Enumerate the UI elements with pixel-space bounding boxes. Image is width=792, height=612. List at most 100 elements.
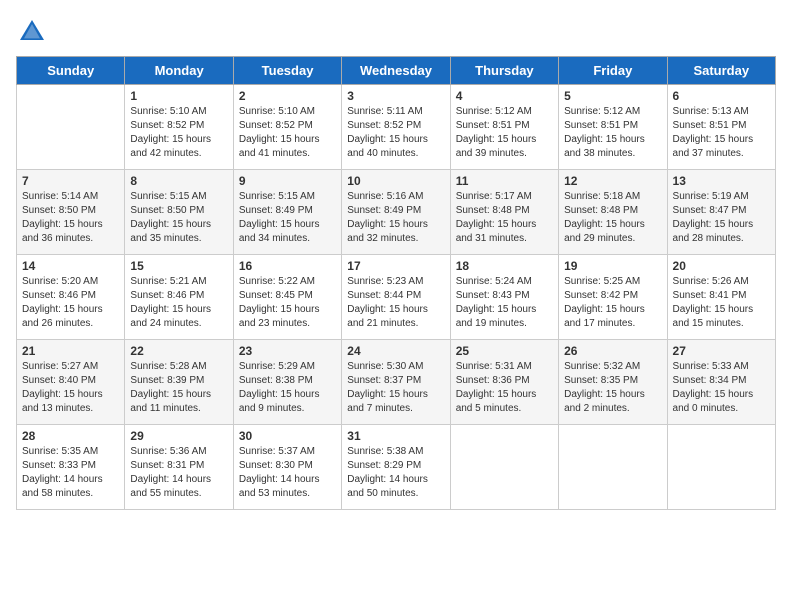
calendar-cell: 26 Sunrise: 5:32 AMSunset: 8:35 PMDayligh… — [559, 340, 667, 425]
day-number: 19 — [564, 259, 661, 273]
day-number: 1 — [130, 89, 227, 103]
cell-info: Sunrise: 5:15 AMSunset: 8:49 PMDaylight:… — [239, 190, 336, 246]
cell-info: Sunrise: 5:26 AMSunset: 8:41 PMDaylight:… — [673, 275, 770, 331]
calendar-cell: 13Sunrise: 5:19 AMSunset: 8:47 PMDayligh… — [667, 170, 775, 255]
calendar-cell: 1 Sunrise: 5:10 AMSunset: 8:52 PMDaylight… — [125, 85, 233, 170]
cell-info: Sunrise: 5:27 AMSunset: 8:40 PMDaylight:… — [22, 360, 119, 416]
day-number: 6 — [673, 89, 770, 103]
cell-info: Sunrise: 5:29 AMSunset: 8:38 PMDaylight:… — [239, 360, 336, 416]
calendar-cell — [17, 85, 125, 170]
cell-info: Sunrise: 5:30 AMSunset: 8:37 PMDaylight:… — [347, 360, 444, 416]
cell-info: Sunrise: 5:18 AMSunset: 8:48 PMDaylight:… — [564, 190, 661, 246]
calendar-table: SundayMondayTuesdayWednesdayThursdayFrid… — [16, 56, 776, 510]
day-number: 2 — [239, 89, 336, 103]
calendar-cell — [667, 425, 775, 510]
calendar-cell: 17 Sunrise: 5:23 AMSunset: 8:44 PMDayligh… — [342, 255, 450, 340]
day-number: 7 — [22, 174, 119, 188]
cell-info: Sunrise: 5:24 AMSunset: 8:43 PMDaylight:… — [456, 275, 553, 331]
day-number: 11 — [456, 174, 553, 188]
calendar-cell: 11 Sunrise: 5:17 AMSunset: 8:48 PMDayligh… — [450, 170, 558, 255]
cell-info: Sunrise: 5:23 AMSunset: 8:44 PMDaylight:… — [347, 275, 444, 331]
cell-info: Sunrise: 5:10 AMSunset: 8:52 PMDaylight:… — [239, 105, 336, 161]
calendar-cell: 4 Sunrise: 5:12 AMSunset: 8:51 PMDaylight… — [450, 85, 558, 170]
day-header-sunday: Sunday — [17, 57, 125, 85]
cell-info: Sunrise: 5:11 AMSunset: 8:52 PMDaylight:… — [347, 105, 444, 161]
day-number: 29 — [130, 429, 227, 443]
calendar-week-row: 1 Sunrise: 5:10 AMSunset: 8:52 PMDaylight… — [17, 85, 776, 170]
calendar-cell: 5 Sunrise: 5:12 AMSunset: 8:51 PMDaylight… — [559, 85, 667, 170]
cell-info: Sunrise: 5:25 AMSunset: 8:42 PMDaylight:… — [564, 275, 661, 331]
logo-icon — [16, 16, 48, 48]
cell-info: Sunrise: 5:10 AMSunset: 8:52 PMDaylight:… — [130, 105, 227, 161]
cell-info: Sunrise: 5:16 AMSunset: 8:49 PMDaylight:… — [347, 190, 444, 246]
day-number: 15 — [130, 259, 227, 273]
day-number: 3 — [347, 89, 444, 103]
cell-info: Sunrise: 5:12 AMSunset: 8:51 PMDaylight:… — [456, 105, 553, 161]
calendar-week-row: 28Sunrise: 5:35 AMSunset: 8:33 PMDayligh… — [17, 425, 776, 510]
calendar-week-row: 7 Sunrise: 5:14 AMSunset: 8:50 PMDaylight… — [17, 170, 776, 255]
calendar-cell: 27Sunrise: 5:33 AMSunset: 8:34 PMDayligh… — [667, 340, 775, 425]
cell-info: Sunrise: 5:20 AMSunset: 8:46 PMDaylight:… — [22, 275, 119, 331]
day-number: 31 — [347, 429, 444, 443]
calendar-cell: 25 Sunrise: 5:31 AMSunset: 8:36 PMDayligh… — [450, 340, 558, 425]
cell-info: Sunrise: 5:14 AMSunset: 8:50 PMDaylight:… — [22, 190, 119, 246]
day-number: 5 — [564, 89, 661, 103]
cell-info: Sunrise: 5:15 AMSunset: 8:50 PMDaylight:… — [130, 190, 227, 246]
cell-info: Sunrise: 5:36 AMSunset: 8:31 PMDaylight:… — [130, 445, 227, 501]
cell-info: Sunrise: 5:32 AMSunset: 8:35 PMDaylight:… — [564, 360, 661, 416]
cell-info: Sunrise: 5:12 AMSunset: 8:51 PMDaylight:… — [564, 105, 661, 161]
cell-info: Sunrise: 5:21 AMSunset: 8:46 PMDaylight:… — [130, 275, 227, 331]
calendar-header-row: SundayMondayTuesdayWednesdayThursdayFrid… — [17, 57, 776, 85]
day-number: 10 — [347, 174, 444, 188]
day-number: 4 — [456, 89, 553, 103]
calendar-cell — [559, 425, 667, 510]
cell-info: Sunrise: 5:17 AMSunset: 8:48 PMDaylight:… — [456, 190, 553, 246]
calendar-cell: 2 Sunrise: 5:10 AMSunset: 8:52 PMDaylight… — [233, 85, 341, 170]
day-number: 14 — [22, 259, 119, 273]
day-number: 21 — [22, 344, 119, 358]
day-header-friday: Friday — [559, 57, 667, 85]
day-number: 18 — [456, 259, 553, 273]
day-header-saturday: Saturday — [667, 57, 775, 85]
calendar-cell: 8Sunrise: 5:15 AMSunset: 8:50 PMDaylight… — [125, 170, 233, 255]
calendar-week-row: 21 Sunrise: 5:27 AMSunset: 8:40 PMDayligh… — [17, 340, 776, 425]
cell-info: Sunrise: 5:35 AMSunset: 8:33 PMDaylight:… — [22, 445, 119, 501]
cell-info: Sunrise: 5:31 AMSunset: 8:36 PMDaylight:… — [456, 360, 553, 416]
cell-info: Sunrise: 5:22 AMSunset: 8:45 PMDaylight:… — [239, 275, 336, 331]
day-number: 30 — [239, 429, 336, 443]
calendar-cell: 18 Sunrise: 5:24 AMSunset: 8:43 PMDayligh… — [450, 255, 558, 340]
calendar-week-row: 14 Sunrise: 5:20 AMSunset: 8:46 PMDayligh… — [17, 255, 776, 340]
calendar-cell: 24 Sunrise: 5:30 AMSunset: 8:37 PMDayligh… — [342, 340, 450, 425]
cell-info: Sunrise: 5:33 AMSunset: 8:34 PMDaylight:… — [673, 360, 770, 416]
calendar-cell: 28Sunrise: 5:35 AMSunset: 8:33 PMDayligh… — [17, 425, 125, 510]
logo — [16, 16, 52, 48]
calendar-cell: 6 Sunrise: 5:13 AMSunset: 8:51 PMDaylight… — [667, 85, 775, 170]
day-header-tuesday: Tuesday — [233, 57, 341, 85]
calendar-cell: 22 Sunrise: 5:28 AMSunset: 8:39 PMDayligh… — [125, 340, 233, 425]
calendar-cell — [450, 425, 558, 510]
cell-info: Sunrise: 5:37 AMSunset: 8:30 PMDaylight:… — [239, 445, 336, 501]
calendar-cell: 31 Sunrise: 5:38 AMSunset: 8:29 PMDayligh… — [342, 425, 450, 510]
calendar-cell: 14 Sunrise: 5:20 AMSunset: 8:46 PMDayligh… — [17, 255, 125, 340]
cell-info: Sunrise: 5:38 AMSunset: 8:29 PMDaylight:… — [347, 445, 444, 501]
day-number: 24 — [347, 344, 444, 358]
calendar-cell: 29 Sunrise: 5:36 AMSunset: 8:31 PMDayligh… — [125, 425, 233, 510]
day-number: 9 — [239, 174, 336, 188]
calendar-cell: 12Sunrise: 5:18 AMSunset: 8:48 PMDayligh… — [559, 170, 667, 255]
day-number: 22 — [130, 344, 227, 358]
calendar-cell: 9 Sunrise: 5:15 AMSunset: 8:49 PMDaylight… — [233, 170, 341, 255]
cell-info: Sunrise: 5:28 AMSunset: 8:39 PMDaylight:… — [130, 360, 227, 416]
calendar-cell: 21 Sunrise: 5:27 AMSunset: 8:40 PMDayligh… — [17, 340, 125, 425]
day-number: 26 — [564, 344, 661, 358]
day-header-thursday: Thursday — [450, 57, 558, 85]
day-header-wednesday: Wednesday — [342, 57, 450, 85]
calendar-cell: 3 Sunrise: 5:11 AMSunset: 8:52 PMDaylight… — [342, 85, 450, 170]
cell-info: Sunrise: 5:13 AMSunset: 8:51 PMDaylight:… — [673, 105, 770, 161]
day-number: 25 — [456, 344, 553, 358]
calendar-cell: 30 Sunrise: 5:37 AMSunset: 8:30 PMDayligh… — [233, 425, 341, 510]
calendar-cell: 15 Sunrise: 5:21 AMSunset: 8:46 PMDayligh… — [125, 255, 233, 340]
day-number: 13 — [673, 174, 770, 188]
day-number: 17 — [347, 259, 444, 273]
calendar-cell: 16Sunrise: 5:22 AMSunset: 8:45 PMDayligh… — [233, 255, 341, 340]
day-number: 20 — [673, 259, 770, 273]
